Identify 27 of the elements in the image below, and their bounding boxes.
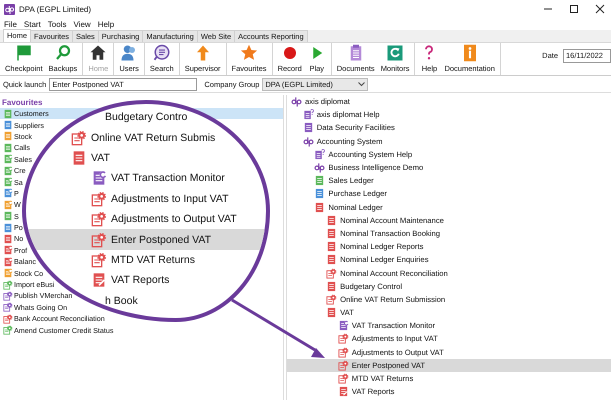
tree-item[interactable]: Adjustments to Input VAT <box>91 188 228 209</box>
menu-item[interactable]: Tools <box>48 20 66 28</box>
magnifier-icon <box>54 44 72 62</box>
tree-item[interactable]: MTD VAT Returns <box>91 250 196 270</box>
tree-item[interactable]: Online VAT Return Submis <box>71 127 216 148</box>
tree-item[interactable]: h Book <box>71 290 138 311</box>
app-logo-icon <box>4 4 15 14</box>
tree-item[interactable]: Budgetary Contro <box>71 107 188 128</box>
caret-icon <box>358 82 366 86</box>
house-icon <box>89 44 108 62</box>
menu-item[interactable]: File <box>4 20 17 28</box>
flag-icon <box>14 44 33 62</box>
menu-item[interactable]: Help <box>98 20 114 28</box>
close-icon[interactable] <box>595 4 605 14</box>
menu-item[interactable]: View <box>73 20 91 28</box>
tree-item[interactable]: Enter Postponed VAT <box>26 229 266 250</box>
menu-item[interactable]: Start <box>24 20 41 28</box>
favourites-heading: Favourites <box>2 98 42 107</box>
search-icon <box>152 44 171 62</box>
tree-item[interactable]: VAT Transaction Monitor <box>91 168 225 189</box>
maximize-icon[interactable] <box>569 4 579 14</box>
tree-item[interactable]: Adjustments to Output VAT <box>91 208 237 230</box>
tree-item[interactable]: VAT Reports <box>91 270 170 291</box>
window-title: DPA (EGPL Limited) <box>19 4 92 14</box>
tree-item[interactable]: VAT <box>71 148 110 168</box>
star-icon <box>240 44 258 62</box>
refresh-icon <box>386 44 404 62</box>
